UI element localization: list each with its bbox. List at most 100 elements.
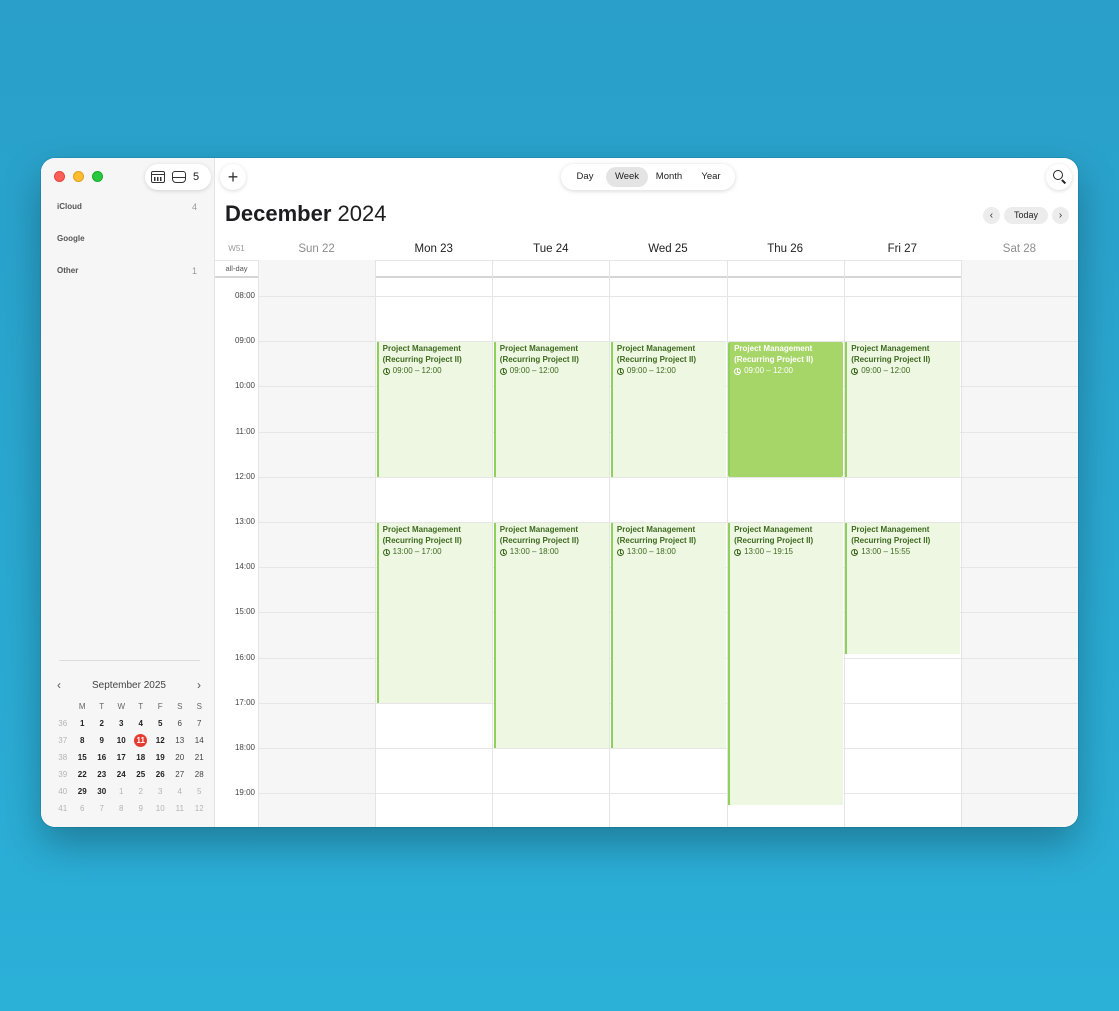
hour-label: 16:00: [234, 652, 255, 662]
mini-day[interactable]: 30: [92, 787, 112, 796]
date-navigation: ‹ Today ›: [982, 207, 1069, 224]
mini-day[interactable]: 14: [190, 736, 210, 745]
event-time: 13:00 – 18:00: [509, 547, 559, 557]
mini-prev-month-button[interactable]: ‹: [53, 678, 65, 692]
mini-week-row: 39 22 23 24 25 26 27 28: [53, 766, 209, 783]
calendar-event[interactable]: Project Management (Recurring Project II…: [493, 523, 609, 749]
mini-day[interactable]: 29: [73, 787, 93, 796]
mini-day[interactable]: 3: [151, 787, 171, 796]
mini-day[interactable]: 5: [151, 719, 171, 728]
mini-day[interactable]: 7: [190, 719, 210, 728]
mini-day[interactable]: 15: [73, 753, 93, 762]
previous-week-button[interactable]: ‹: [982, 207, 1000, 224]
day-header[interactable]: Thu 26: [727, 238, 844, 260]
day-header[interactable]: Tue 24: [492, 238, 609, 260]
mini-day[interactable]: 25: [131, 770, 151, 779]
window-controls: [54, 171, 103, 182]
mini-day[interactable]: 16: [92, 753, 112, 762]
event-time: 13:00 – 18:00: [626, 547, 676, 557]
calendar-event[interactable]: Project Management (Recurring Project II…: [376, 342, 492, 477]
mini-day[interactable]: 9: [131, 804, 151, 813]
mini-day[interactable]: 3: [112, 719, 132, 728]
mini-day[interactable]: 13: [170, 736, 190, 745]
mini-day[interactable]: 6: [73, 804, 93, 813]
event-time-row: 09:00 – 12:00: [734, 366, 839, 376]
view-week-button[interactable]: Week: [606, 167, 648, 187]
hour-label: 10:00: [234, 381, 255, 391]
mini-day[interactable]: 10: [112, 736, 132, 745]
mini-day[interactable]: 24: [112, 770, 132, 779]
view-month-button[interactable]: Month: [648, 167, 690, 187]
mini-day[interactable]: 1: [112, 787, 132, 796]
mini-day[interactable]: 5: [190, 787, 210, 796]
mini-day[interactable]: 27: [170, 770, 190, 779]
source-google[interactable]: Google: [57, 234, 197, 243]
mini-day[interactable]: 18: [131, 753, 151, 762]
calendar-list-icon[interactable]: [151, 171, 165, 183]
calendar-event[interactable]: Project Management (Recurring Project II…: [728, 523, 844, 805]
mini-day[interactable]: 6: [170, 719, 190, 728]
mini-day[interactable]: 8: [73, 736, 93, 745]
mini-day[interactable]: 23: [92, 770, 112, 779]
day-column[interactable]: [960, 260, 1078, 827]
day-column[interactable]: [258, 260, 376, 827]
day-header[interactable]: Mon 23: [375, 238, 492, 260]
mini-next-month-button[interactable]: ›: [193, 678, 205, 692]
today-button[interactable]: Today: [1003, 207, 1048, 224]
source-icloud[interactable]: iCloud 4: [57, 202, 197, 212]
mini-day[interactable]: 17: [112, 753, 132, 762]
mini-day[interactable]: 26: [151, 770, 171, 779]
mini-day[interactable]: 19: [151, 753, 171, 762]
mini-day[interactable]: 8: [112, 804, 132, 813]
event-title: Project Management (Recurring Project II…: [499, 525, 579, 545]
mini-day[interactable]: 4: [131, 719, 151, 728]
zoom-button[interactable]: [92, 171, 103, 182]
mini-weekday: S: [196, 702, 202, 711]
mini-day[interactable]: 10: [151, 804, 171, 813]
view-day-button[interactable]: Day: [564, 167, 606, 187]
mini-weekday: W: [117, 702, 126, 711]
mini-day[interactable]: 4: [170, 787, 190, 796]
calendar-event[interactable]: Project Management (Recurring Project II…: [610, 342, 727, 477]
search-button[interactable]: [1046, 164, 1072, 190]
source-label: Other: [57, 266, 79, 275]
calendar-event[interactable]: Project Management (Recurring Project II…: [845, 342, 961, 477]
mini-calendar-header: ‹ September 2025 ›: [53, 678, 205, 692]
calendar-event[interactable]: Project Management (Recurring Project II…: [610, 523, 727, 749]
day-header[interactable]: Wed 25: [609, 238, 726, 260]
event-selected[interactable]: Project Management (Recurring Project II…: [728, 342, 844, 477]
event-title: Project Management (Recurring Project II…: [851, 525, 931, 545]
mini-day[interactable]: 28: [190, 770, 210, 779]
source-other[interactable]: Other 1: [57, 266, 197, 276]
day-header[interactable]: Sat 28: [961, 238, 1078, 260]
mini-day[interactable]: 12: [151, 736, 171, 745]
view-year-button[interactable]: Year: [690, 167, 732, 187]
add-event-button[interactable]: +: [220, 164, 246, 190]
mini-day[interactable]: 2: [131, 787, 151, 796]
event-time: 09:00 – 12:00: [392, 366, 442, 376]
hour-label: 19:00: [234, 788, 255, 798]
mini-week-number: 40: [58, 787, 68, 796]
mini-day[interactable]: 7: [92, 804, 112, 813]
day-header[interactable]: Fri 27: [844, 238, 961, 260]
day-header[interactable]: Sun 22: [258, 238, 375, 260]
mini-day[interactable]: 2: [92, 719, 112, 728]
mini-day[interactable]: 12: [190, 804, 210, 813]
minimize-button[interactable]: [73, 171, 84, 182]
clock-icon: [382, 548, 390, 556]
mini-day[interactable]: 20: [170, 753, 190, 762]
inbox-icon[interactable]: [172, 171, 186, 183]
mini-day[interactable]: 11: [170, 804, 190, 813]
mini-day[interactable]: 1: [73, 719, 93, 728]
close-button[interactable]: [54, 171, 65, 182]
calendar-event[interactable]: Project Management (Recurring Project II…: [376, 523, 492, 703]
calendar-inbox-toolbar: 5: [145, 164, 211, 190]
mini-day-today[interactable]: 11: [131, 734, 151, 747]
mini-calendar-title: September 2025: [92, 679, 166, 691]
mini-day[interactable]: 21: [190, 753, 210, 762]
mini-day[interactable]: 9: [92, 736, 112, 745]
calendar-event[interactable]: Project Management (Recurring Project II…: [845, 523, 961, 654]
next-week-button[interactable]: ›: [1052, 207, 1069, 224]
mini-day[interactable]: 22: [73, 770, 93, 779]
calendar-event[interactable]: Project Management (Recurring Project II…: [493, 342, 609, 477]
